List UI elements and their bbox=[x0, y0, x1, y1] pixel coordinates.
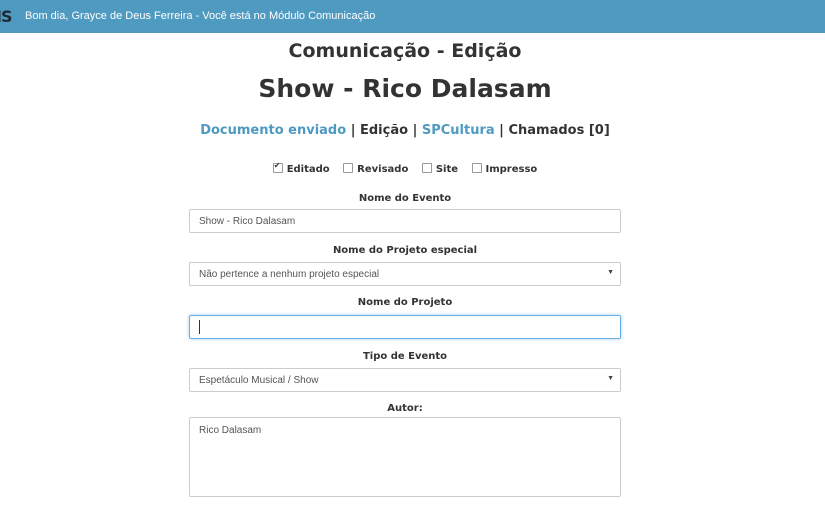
checkbox-label: Site bbox=[435, 164, 459, 175]
autor-value: Rico Dalasam bbox=[199, 425, 262, 436]
nome-projeto-label: Nome do Projeto bbox=[357, 297, 453, 308]
chamados-link[interactable]: Chamados [0] bbox=[508, 123, 609, 138]
greeting-text: Bom dia, Grayce de Deus Ferreira - Você … bbox=[25, 10, 376, 22]
documento-enviado-link[interactable]: Documento enviado bbox=[200, 123, 346, 138]
checkbox-editado[interactable]: Editado bbox=[272, 161, 330, 175]
autor-label: Autor: bbox=[387, 403, 423, 414]
checkbox-revisado[interactable]: Revisado bbox=[343, 163, 408, 175]
checkbox-box[interactable] bbox=[343, 163, 354, 173]
projeto-especial-label: Nome do Projeto especial bbox=[332, 245, 478, 256]
section-nav: Documento enviado | Edição | SPCultura |… bbox=[0, 123, 810, 138]
chevron-down-icon: ▼ bbox=[607, 375, 614, 382]
checkbox-box[interactable] bbox=[272, 161, 283, 173]
nav-separator: | bbox=[494, 123, 509, 138]
module-title: Comunicação - Edição bbox=[288, 40, 522, 62]
spcultura-link[interactable]: SPCultura bbox=[422, 123, 495, 138]
nome-projeto-input[interactable] bbox=[189, 315, 621, 339]
projeto-especial-value: Não pertence a nenhum projeto especial bbox=[199, 269, 380, 280]
checkbox-label: Revisado bbox=[357, 164, 409, 175]
projeto-especial-select[interactable]: Não pertence a nenhum projeto especial ▼ bbox=[189, 262, 621, 286]
nome-evento-value: Show - Rico Dalasam bbox=[199, 216, 296, 227]
event-title: Show - Rico Dalasam bbox=[258, 74, 552, 103]
text-cursor bbox=[199, 320, 200, 334]
top-bar: IS Bom dia, Grayce de Deus Ferreira - Vo… bbox=[0, 0, 825, 33]
checkbox-impresso[interactable]: Impresso bbox=[471, 163, 538, 175]
tipo-evento-label: Tipo de Evento bbox=[362, 351, 448, 362]
nome-evento-label: Nome do Evento bbox=[358, 193, 452, 204]
checkbox-label: Editado bbox=[286, 164, 330, 175]
autor-textarea[interactable]: Rico Dalasam bbox=[189, 417, 621, 497]
tipo-evento-value: Espetáculo Musical / Show bbox=[199, 375, 319, 386]
nome-evento-input[interactable]: Show - Rico Dalasam bbox=[189, 209, 621, 233]
edicao-current: Edição bbox=[359, 123, 409, 138]
tipo-evento-select[interactable]: Espetáculo Musical / Show ▼ bbox=[189, 368, 621, 392]
checkbox-box[interactable] bbox=[471, 163, 482, 173]
checkbox-site[interactable]: Site bbox=[421, 163, 459, 175]
brand-logo: IS bbox=[0, 7, 13, 26]
nav-separator: | bbox=[408, 123, 422, 138]
chevron-down-icon: ▼ bbox=[607, 269, 614, 276]
nav-separator: | bbox=[346, 123, 360, 138]
status-checkboxes: Editado Revisado Site Impresso bbox=[0, 161, 810, 175]
checkbox-label: Impresso bbox=[485, 164, 538, 175]
checkbox-box[interactable] bbox=[421, 163, 432, 173]
